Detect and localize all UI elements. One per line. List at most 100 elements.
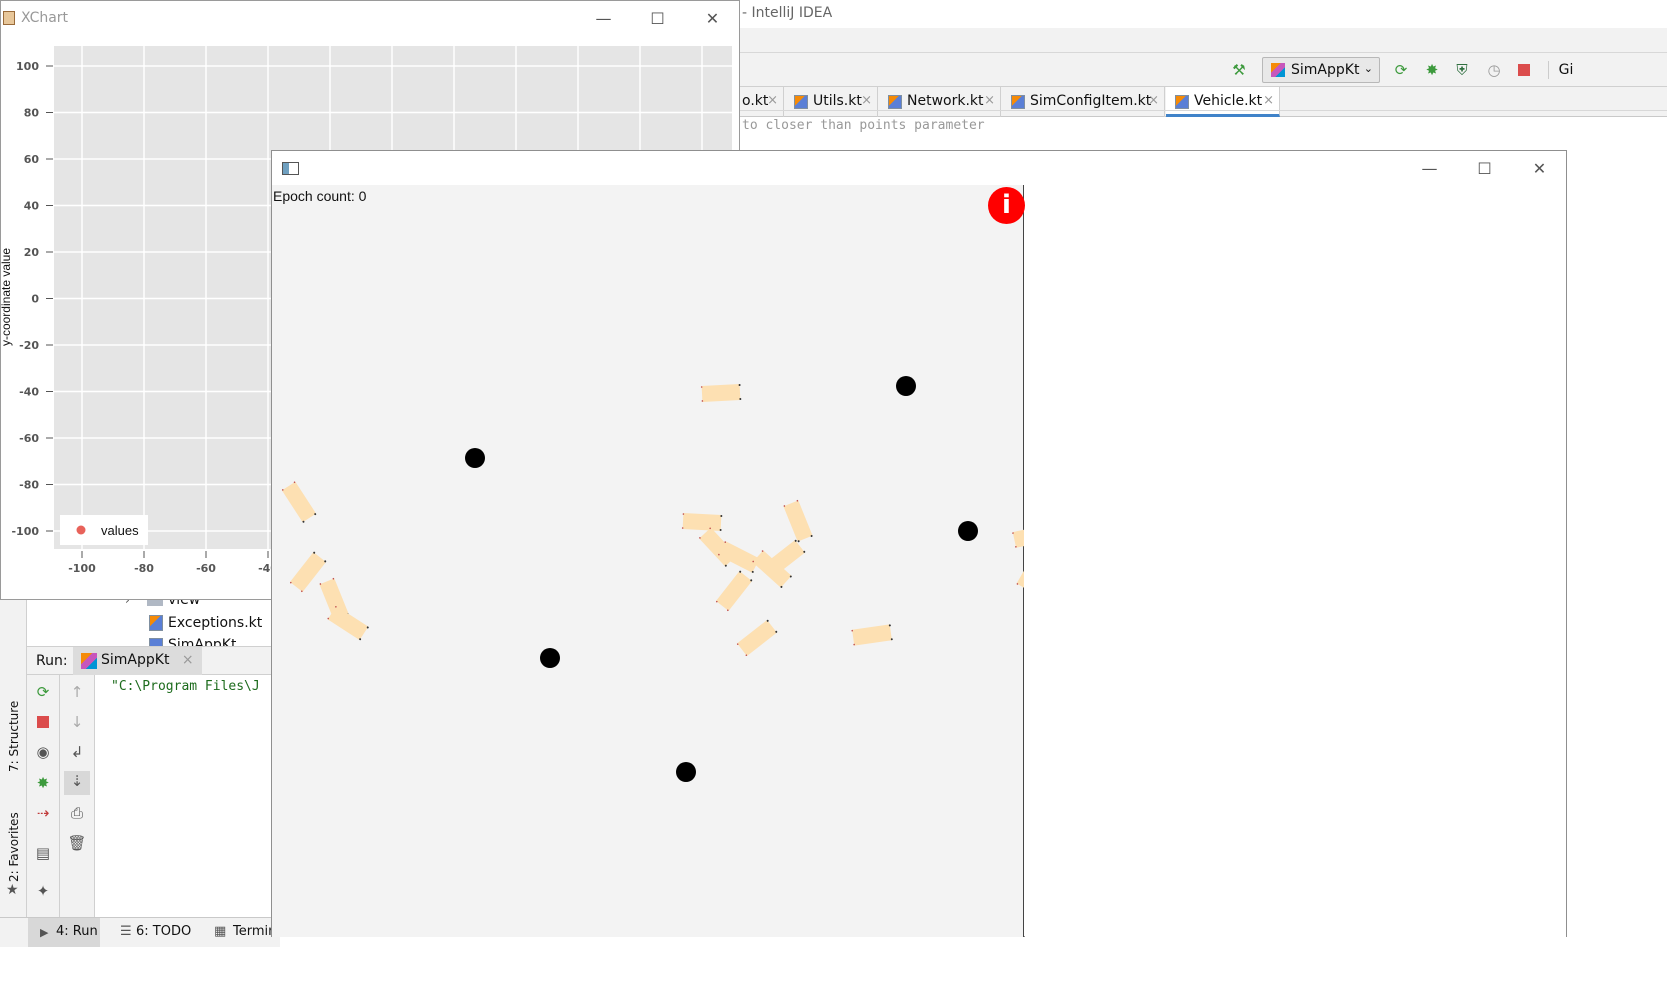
minimize-button[interactable]: —	[1407, 151, 1452, 187]
close-icon[interactable]: ×	[1148, 93, 1159, 108]
coverage-icon[interactable]: ⛨	[1453, 61, 1471, 79]
close-icon[interactable]: ×	[767, 93, 778, 108]
editor-tab[interactable]: SimConfigItem.kt ×	[1002, 87, 1165, 117]
info-icon[interactable]: i	[988, 187, 1025, 224]
y-tick-label: -100	[11, 525, 39, 538]
vehicle	[327, 605, 369, 641]
y-tick-label: 20	[24, 246, 40, 259]
sim-empty-area	[1025, 185, 1566, 937]
close-button[interactable]: ✕	[1517, 151, 1562, 187]
tab-label: SimConfigItem.kt	[1030, 93, 1152, 109]
run-toolbar-right: ↑ ↓ ↲ ⇣ ⎙ 🗑	[60, 675, 95, 917]
y-axis-label: y-coordinate value	[1, 248, 13, 346]
code-line: to closer than points parameter	[742, 118, 985, 133]
run-toolbar-left: ⟳ ◉ ✸ ⇢ ▤ ✦	[27, 675, 60, 917]
x-tick-label: -100	[68, 562, 96, 575]
list-icon: ☰	[120, 924, 132, 939]
scroll-to-end-icon[interactable]: ⇣	[64, 771, 90, 795]
close-icon[interactable]: ×	[1263, 93, 1274, 108]
kotlin-file-icon	[149, 615, 163, 631]
ide-toolbar: ⚒ ⟳ ✸ ⛨ ◷ Gi	[740, 53, 1667, 87]
kotlin-icon	[1271, 63, 1285, 77]
kotlin-file-icon	[149, 638, 163, 646]
structure-tool-button[interactable]: 7: Structure	[7, 701, 21, 772]
star-icon: ★	[6, 882, 19, 898]
editor-tab[interactable]: Utils.kt ×	[785, 87, 878, 117]
terminal-tool-button[interactable]: Termin	[233, 924, 276, 939]
tree-item-simappkt[interactable]: SimAppKt	[168, 637, 236, 646]
project-tree: › view Exceptions.kt SimAppKt	[27, 592, 277, 646]
vehicle	[736, 619, 778, 657]
kotlin-file-icon	[1175, 95, 1189, 109]
vehicle-body	[1016, 550, 1024, 592]
tab-label: Vehicle.kt	[1194, 93, 1263, 109]
vehicle	[1016, 550, 1024, 592]
stop-icon[interactable]	[1515, 61, 1533, 79]
vehicle	[1012, 524, 1024, 548]
console-output[interactable]: "C:\Program Files\J	[95, 675, 275, 917]
editor-tab[interactable]: Network.kt ×	[879, 87, 1001, 117]
xchart-title: XChart	[21, 10, 69, 26]
y-tick-label: -60	[19, 432, 39, 445]
vehicle	[783, 499, 813, 543]
obstacle-dot	[465, 448, 485, 468]
y-tick-label: 100	[16, 60, 39, 73]
sim-titlebar: — ☐ ✕	[272, 151, 1566, 185]
close-button[interactable]: ✕	[690, 1, 735, 37]
chevron-down-icon: ⌄	[1363, 62, 1373, 75]
simulation-window: — ☐ ✕ Epoch count: 0 i	[271, 150, 1567, 937]
stop-icon[interactable]	[33, 712, 53, 732]
git-label[interactable]: Gi	[1548, 61, 1578, 79]
close-icon[interactable]: ×	[182, 652, 194, 668]
y-tick-label: 80	[24, 107, 40, 120]
minimize-button[interactable]: —	[581, 1, 626, 37]
debug-bug-icon[interactable]: ✸	[1423, 61, 1441, 79]
simulation-canvas[interactable]: Epoch count: 0 i	[272, 185, 1025, 937]
build-hammer-icon[interactable]: ⚒	[1230, 61, 1248, 79]
kotlin-file-icon	[1011, 95, 1025, 109]
close-icon[interactable]: ×	[861, 93, 872, 108]
editor-tab[interactable]: Vehicle.kt ×	[1166, 87, 1280, 117]
maximize-button[interactable]: ☐	[635, 1, 680, 37]
arrow-up-icon[interactable]: ↑	[67, 682, 87, 702]
tab-label: o.kt	[742, 93, 769, 109]
print-icon[interactable]: ⎙	[67, 803, 87, 823]
bottom-tool-bar: ▶ 4: Run ☰ 6: TODO ▦ Termin	[0, 917, 280, 947]
editor-tabs: o.kt × Utils.kt × Network.kt × SimConfigItem.k…	[740, 87, 1667, 117]
code-editor[interactable]: to closer than points parameter	[740, 110, 1667, 152]
editor-tab[interactable]: o.kt ×	[740, 87, 784, 117]
window-app-icon	[282, 162, 299, 175]
run-tab-simappkt[interactable]: SimAppKt ×	[73, 647, 202, 675]
vehicle	[681, 513, 723, 531]
tree-item-exceptions[interactable]: Exceptions.kt	[168, 615, 262, 631]
profile-icon[interactable]: ◷	[1485, 61, 1503, 79]
obstacle-dot	[540, 648, 560, 668]
tab-label: Network.kt	[907, 93, 984, 109]
legend-label: values	[101, 523, 139, 538]
vehicle-body	[281, 481, 317, 523]
soft-wrap-icon[interactable]: ↲	[67, 742, 87, 762]
layout-icon[interactable]: ▤	[33, 843, 53, 863]
favorites-tool-button[interactable]: 2: Favorites	[7, 812, 21, 882]
run-tool-button[interactable]: 4: Run	[56, 924, 98, 939]
obstacle-dot	[896, 376, 916, 396]
close-icon[interactable]: ×	[984, 93, 995, 108]
rerun-icon[interactable]: ⟳	[33, 682, 53, 702]
terminal-icon: ▦	[214, 924, 227, 939]
kotlin-file-icon	[794, 95, 808, 109]
vehicle-body	[682, 513, 722, 531]
editor-line-divider	[740, 110, 1667, 111]
trash-icon[interactable]: 🗑	[67, 833, 87, 853]
run-config-dropdown[interactable]: SimAppKt ⌄	[1262, 57, 1380, 83]
pin-icon[interactable]: ✦	[33, 881, 53, 901]
debug-bug-icon[interactable]: ✸	[33, 773, 53, 793]
exit-icon[interactable]: ⇢	[33, 803, 53, 823]
rerun-icon[interactable]: ⟳	[1392, 61, 1410, 79]
camera-icon[interactable]: ◉	[33, 742, 53, 762]
todo-tool-button[interactable]: 6: TODO	[136, 924, 191, 939]
kotlin-file-icon	[888, 95, 902, 109]
arrow-down-icon[interactable]: ↓	[67, 712, 87, 732]
xchart-titlebar: XChart — ☐ ✕	[1, 1, 739, 37]
maximize-button[interactable]: ☐	[1462, 151, 1507, 187]
tab-label: Utils.kt	[813, 93, 862, 109]
